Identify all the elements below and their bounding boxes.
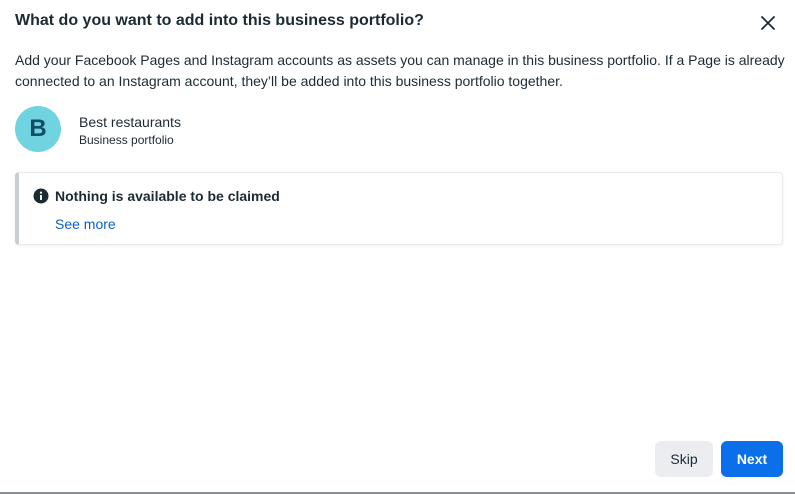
close-button[interactable] [757, 12, 779, 34]
dialog-title: What do you want to add into this busine… [15, 12, 424, 29]
notice-title: Nothing is available to be claimed [55, 188, 280, 204]
dialog-description: Add your Facebook Pages and Instagram ac… [15, 52, 785, 89]
close-icon [761, 16, 775, 30]
see-more-link[interactable]: See more [55, 216, 116, 232]
info-notice: Nothing is available to be claimed See m… [15, 172, 783, 245]
business-portfolio-card: B Best restaurants Business portfolio [15, 106, 415, 152]
skip-button[interactable]: Skip [655, 441, 713, 477]
add-assets-dialog: What do you want to add into this busine… [0, 0, 795, 494]
portfolio-name: Best restaurants [79, 114, 181, 130]
info-icon [33, 188, 49, 204]
dialog-header: What do you want to add into this busine… [15, 10, 783, 36]
portfolio-type: Business portfolio [79, 133, 174, 147]
avatar: B [15, 106, 61, 152]
next-button[interactable]: Next [721, 441, 783, 477]
